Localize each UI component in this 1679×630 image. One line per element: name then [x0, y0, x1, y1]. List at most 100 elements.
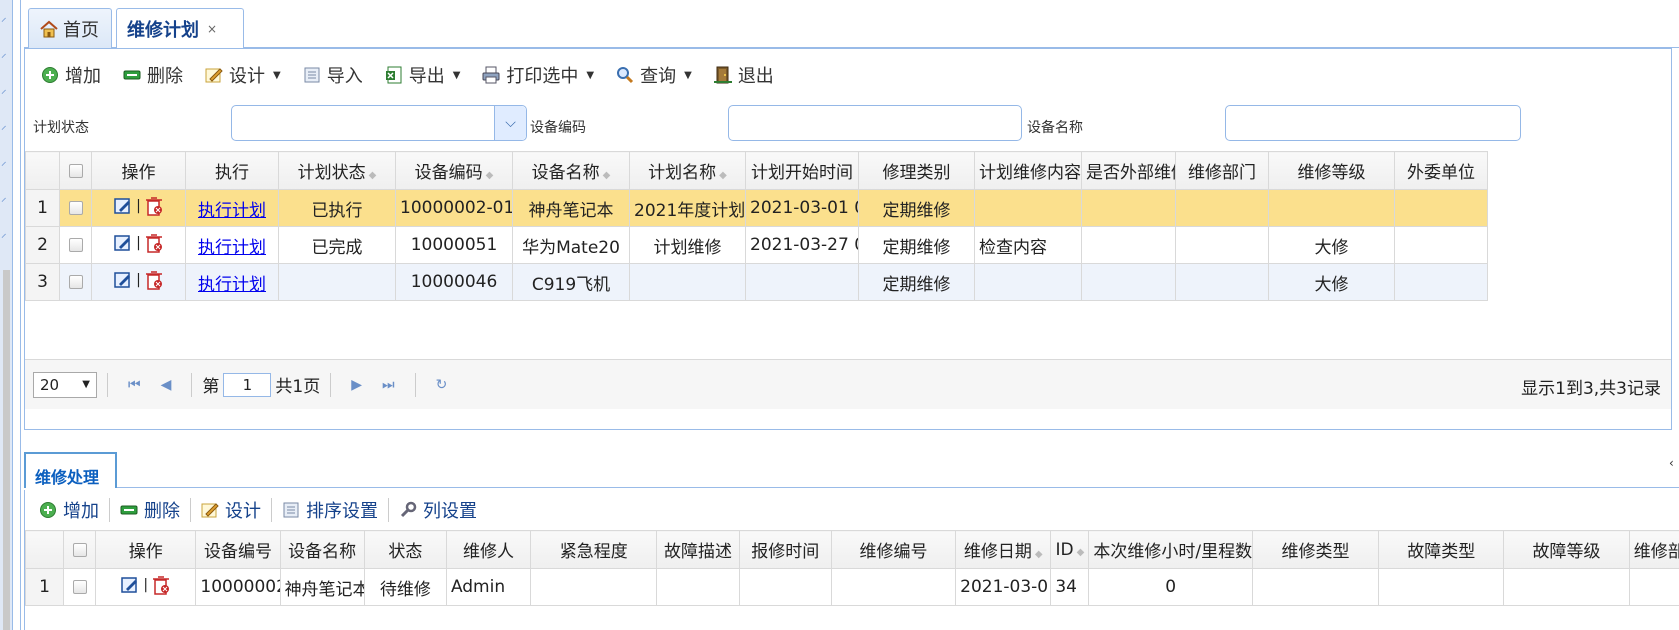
execute-plan-link-text[interactable]: 执行计划	[198, 275, 266, 295]
page-size-select[interactable]: 20 ▼	[33, 371, 97, 398]
wrench-icon	[400, 501, 417, 518]
col-plan-status[interactable]: 计划状态 ◆	[278, 151, 396, 190]
col-repair-kind[interactable]: 维修类型	[1251, 530, 1380, 569]
col-device-code[interactable]: 设备编码 ◆	[395, 151, 513, 190]
import-label: 导入	[326, 66, 363, 87]
execute-plan-link[interactable]: 执行计划	[185, 189, 279, 227]
sort-icon: ◆	[485, 170, 494, 181]
row-checkbox[interactable]	[63, 568, 97, 606]
close-icon[interactable]: ×	[207, 22, 217, 36]
import-button[interactable]: 导入	[303, 62, 363, 88]
col-device-name[interactable]: 设备名称 ◆	[512, 151, 630, 190]
col-plan-name[interactable]: 计划名称 ◆	[629, 151, 746, 190]
device-code-field[interactable]	[728, 105, 1022, 141]
exit-button[interactable]: 退出	[713, 62, 774, 88]
table-row[interactable]: 1 | 10000002-01 神舟笔记本 待维修 Admin 2021-03-…	[24, 568, 1679, 606]
design-dropdown-icon[interactable]: ▼	[273, 70, 281, 81]
cell-plan-content: 检查内容	[974, 226, 1082, 264]
device-name-field[interactable]	[1225, 105, 1521, 141]
plan-status-combobox[interactable]: ⌵	[231, 105, 527, 141]
collapse-arrow-icon[interactable]: ‹	[1669, 456, 1679, 470]
export-dropdown-icon[interactable]: ▼	[453, 70, 461, 81]
col-device-name[interactable]: 设备名称	[279, 530, 365, 569]
col-report-time[interactable]: 报修时间	[738, 530, 832, 569]
col-plan-start[interactable]: 计划开始时间	[745, 151, 859, 190]
query-button[interactable]: 查询 ▼	[616, 62, 692, 88]
next-page-icon[interactable]: ▶	[351, 377, 362, 393]
table-row[interactable]: 3 | 执行计划 10000046 C919飞机 定期维修 大修	[25, 263, 1488, 301]
print-selected-button[interactable]: 打印选中 ▼	[482, 62, 594, 88]
table-row[interactable]: 1 | 执行计划 已执行 10000002-01 神舟笔记本 2021年度计划 …	[25, 189, 1488, 227]
trash-icon[interactable]	[145, 270, 163, 290]
col-urgency[interactable]: 紧急程度	[530, 530, 658, 569]
column-settings-button[interactable]: 列设置	[399, 497, 477, 523]
col-external[interactable]: 是否外部维修	[1081, 151, 1176, 190]
tab-repair-process[interactable]: 维修处理	[24, 452, 117, 488]
strip-marker-icon: ⸝	[1, 191, 7, 204]
col-fault-level[interactable]: 故障等级	[1503, 530, 1630, 569]
edit-icon[interactable]	[114, 197, 132, 215]
edit-icon[interactable]	[121, 576, 139, 594]
prev-page-icon[interactable]: ◀	[161, 377, 172, 393]
col-dept[interactable]: 维修部门	[1175, 151, 1269, 190]
edit-icon[interactable]	[114, 234, 132, 252]
last-page-icon[interactable]: ⏭	[382, 377, 395, 393]
divider	[388, 498, 389, 522]
trash-icon[interactable]	[145, 233, 163, 253]
cell-plan-status: 已执行	[278, 189, 396, 227]
col-repair-date[interactable]: 维修日期 ◆	[955, 530, 1052, 569]
select-all-checkbox[interactable]	[59, 151, 92, 190]
trash-icon[interactable]	[152, 575, 170, 595]
repair-design-button[interactable]: 设计	[201, 497, 261, 523]
select-all-checkbox[interactable]	[63, 530, 97, 569]
repair-delete-button[interactable]: 删除	[120, 497, 180, 523]
execute-plan-link[interactable]: 执行计划	[185, 263, 279, 301]
execute-plan-link[interactable]: 执行计划	[185, 226, 279, 264]
tab-home[interactable]: 首页	[28, 8, 112, 48]
tab-maintenance-plan[interactable]: 维修计划 ×	[116, 8, 244, 49]
col-level[interactable]: 维修等级	[1268, 151, 1395, 190]
col-repairer[interactable]: 维修人	[445, 530, 532, 569]
col-id[interactable]: ID ◆	[1050, 530, 1090, 569]
strip-marker-icon: ⸝	[1, 47, 7, 60]
execute-plan-link-text[interactable]: 执行计划	[198, 238, 266, 258]
refresh-icon[interactable]: ↻	[436, 377, 448, 393]
row-checkbox[interactable]	[59, 263, 92, 301]
col-device-no[interactable]: 设备编号	[195, 530, 281, 569]
cell-repairer: Admin	[445, 568, 532, 606]
left-scrollbar[interactable]	[3, 270, 10, 630]
repair-add-button[interactable]: 增加	[39, 497, 99, 523]
delete-button[interactable]: 删除	[123, 62, 183, 88]
add-button[interactable]: 增加	[41, 62, 101, 88]
row-checkbox[interactable]	[59, 189, 92, 227]
chevron-down-icon[interactable]: ⌵	[494, 106, 526, 140]
cell-plan-name: 计划维修	[629, 226, 746, 264]
print-dropdown-icon[interactable]: ▼	[586, 70, 594, 81]
row-checkbox[interactable]	[59, 226, 92, 264]
cell-dept	[1175, 226, 1269, 264]
sort-icon: ◆	[719, 170, 727, 181]
page-number-input[interactable]: 1	[223, 372, 272, 397]
row-actions: |	[91, 226, 186, 264]
divider	[414, 372, 416, 397]
edit-icon[interactable]	[114, 271, 132, 289]
first-page-icon[interactable]: ⏮	[128, 377, 141, 393]
col-fault-type[interactable]: 故障类型	[1378, 530, 1505, 569]
query-dropdown-icon[interactable]: ▼	[684, 70, 692, 81]
col-repair-type[interactable]: 修理类别	[858, 151, 975, 190]
col-repair-no[interactable]: 维修编号	[830, 530, 957, 569]
table-row[interactable]: 2 | 执行计划 已完成 10000051 华为Mate20 计划维修 2021…	[25, 226, 1488, 264]
execute-plan-link-text[interactable]: 执行计划	[198, 201, 266, 221]
sort-settings-button[interactable]: 排序设置	[282, 497, 378, 523]
col-outsource[interactable]: 外委单位	[1394, 151, 1488, 190]
design-button[interactable]: 设计 ▼	[205, 62, 281, 88]
trash-icon[interactable]	[145, 196, 163, 216]
col-status[interactable]: 状态	[363, 530, 447, 569]
left-collapsed-strip[interactable]: ⸝ ⸝ ⸝ ⸝ ⸝ ⸝ ⸝	[0, 0, 13, 630]
col-plan-content[interactable]: 计划维修内容	[974, 151, 1082, 190]
col-more[interactable]: 维修部门	[1628, 530, 1679, 569]
col-hours[interactable]: 本次维修小时/里程数	[1088, 530, 1253, 569]
col-fault-desc[interactable]: 故障描述	[656, 530, 740, 569]
maintenance-plan-table: 操作 执行 计划状态 ◆ 设备编码 ◆ 设备名称 ◆ 计划名称 ◆ 计划开始时间 修理类…	[25, 151, 1488, 301]
export-button[interactable]: 导出 ▼	[385, 62, 461, 88]
